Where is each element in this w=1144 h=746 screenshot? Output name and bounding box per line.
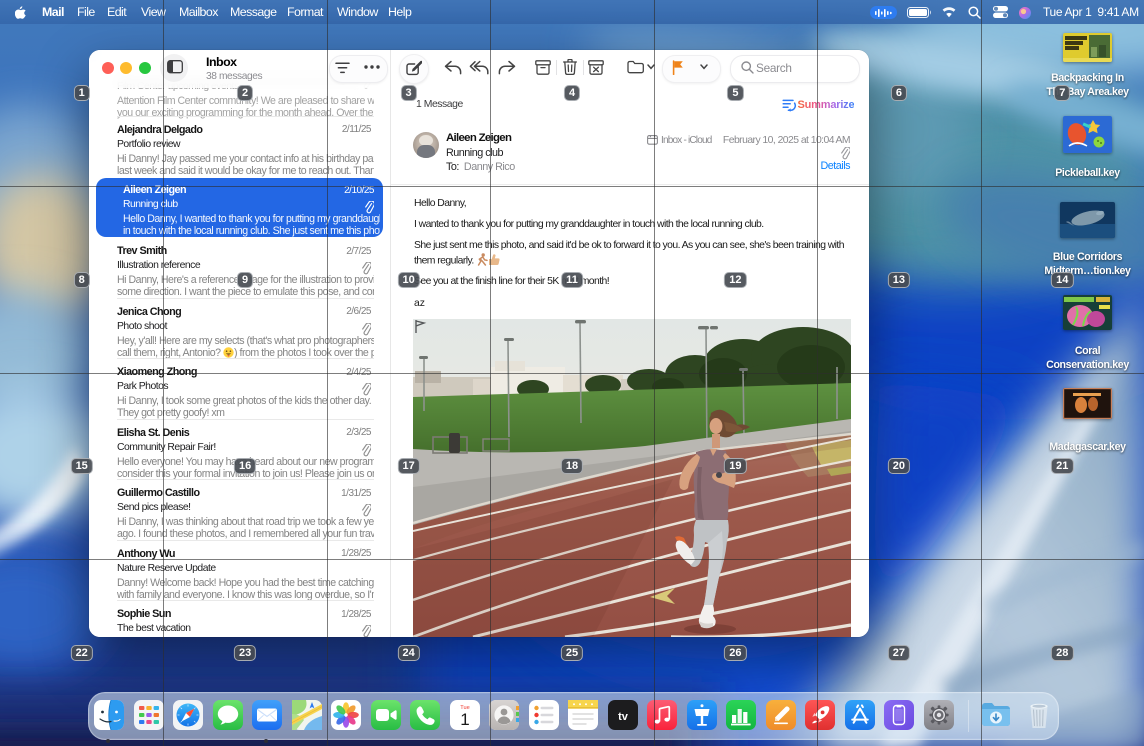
svg-text:tv: tv (618, 711, 629, 723)
svg-text:1: 1 (460, 710, 469, 729)
